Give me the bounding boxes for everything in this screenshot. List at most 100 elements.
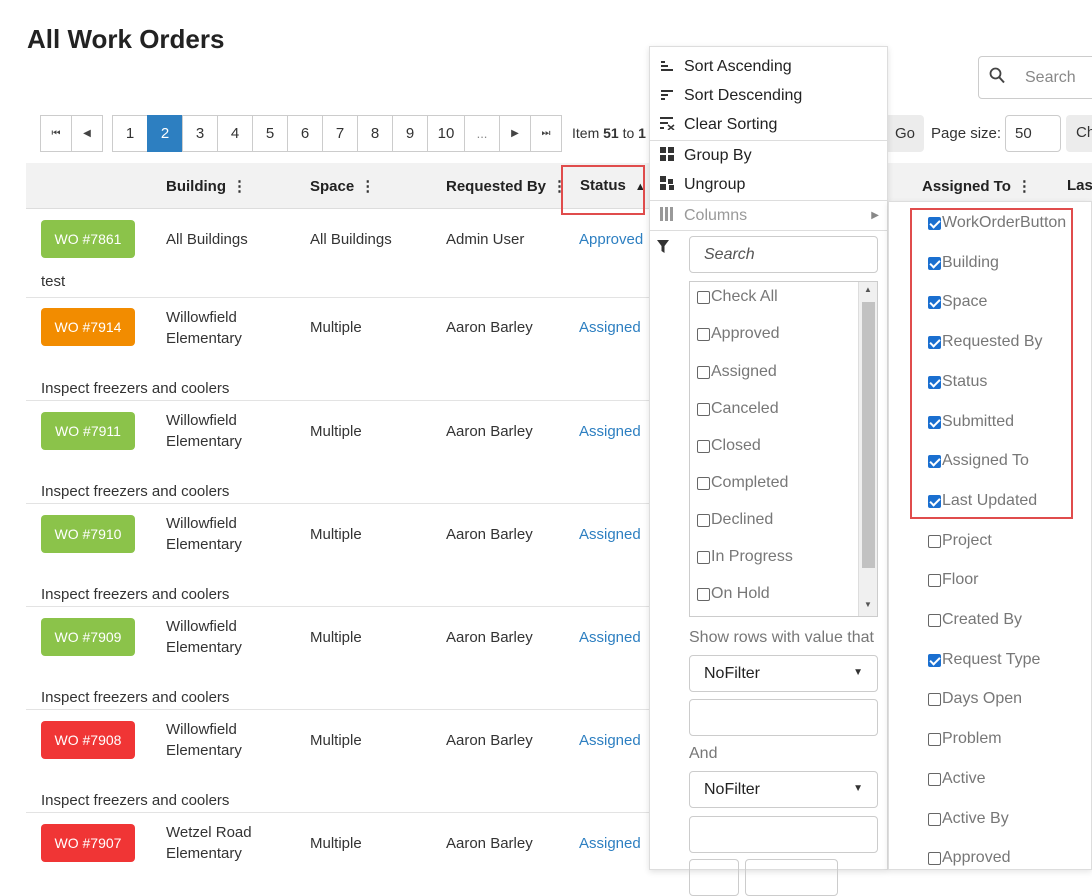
column-toggle-item[interactable]: Project bbox=[928, 532, 992, 550]
group-by-label: Group By bbox=[684, 146, 752, 164]
kebab-icon[interactable]: ⋮ bbox=[360, 177, 375, 195]
prev-page-button[interactable]: ◀ bbox=[71, 115, 103, 152]
filter-item[interactable]: Canceled bbox=[697, 400, 779, 418]
search-box[interactable]: Search bbox=[978, 56, 1092, 99]
sort-descending-item[interactable]: Sort Descending bbox=[650, 81, 887, 110]
checkbox[interactable] bbox=[697, 290, 710, 304]
checkbox[interactable] bbox=[697, 513, 710, 527]
column-toggle-item[interactable]: Request Type bbox=[928, 651, 1040, 669]
checkbox[interactable] bbox=[697, 476, 710, 490]
work-order-button[interactable]: WO #7907 bbox=[41, 824, 135, 862]
kebab-icon[interactable]: ⋮ bbox=[232, 177, 247, 195]
work-order-button[interactable]: WO #7910 bbox=[41, 515, 135, 553]
header-requested-by[interactable]: Requested By ⋮ bbox=[446, 177, 567, 195]
page-button[interactable]: 5 bbox=[252, 115, 288, 152]
column-toggle-item[interactable]: Problem bbox=[928, 730, 1002, 748]
clear-filter-button[interactable] bbox=[745, 859, 838, 896]
filter-item[interactable]: Assigned bbox=[697, 363, 777, 381]
page-button[interactable]: 6 bbox=[287, 115, 323, 152]
checkbox[interactable] bbox=[928, 613, 941, 627]
column-toggle-item[interactable]: Days Open bbox=[928, 690, 1022, 708]
filter-operator-select-1[interactable]: NoFilter ▼ bbox=[689, 655, 878, 692]
columns-item[interactable]: Columns ▶ bbox=[650, 201, 887, 230]
page-button[interactable]: 7 bbox=[322, 115, 358, 152]
checkbox[interactable] bbox=[928, 692, 941, 706]
scroll-up-icon[interactable]: ▲ bbox=[864, 285, 872, 294]
sort-ascending-item[interactable]: Sort Ascending bbox=[650, 52, 887, 81]
checkbox[interactable] bbox=[697, 587, 710, 601]
checkbox[interactable] bbox=[928, 812, 941, 826]
cell-status[interactable]: Assigned bbox=[579, 524, 641, 545]
column-toggle-item[interactable]: Active bbox=[928, 770, 986, 788]
filter-operator-select-2[interactable]: NoFilter ▼ bbox=[689, 771, 878, 808]
checkbox[interactable] bbox=[697, 327, 710, 341]
column-toggle-item[interactable]: Created By bbox=[928, 611, 1022, 629]
column-toggle-item[interactable]: Floor bbox=[928, 571, 978, 589]
checkbox[interactable] bbox=[697, 550, 710, 564]
filter-item[interactable]: On Hold bbox=[697, 585, 770, 603]
kebab-icon[interactable]: ⋮ bbox=[1017, 177, 1032, 195]
page-size-input[interactable]: 50 bbox=[1005, 115, 1061, 152]
checkbox[interactable] bbox=[928, 772, 941, 786]
filter-item[interactable]: Declined bbox=[697, 511, 773, 529]
scrollbar-thumb[interactable] bbox=[862, 302, 875, 568]
filter-item[interactable]: Completed bbox=[697, 474, 788, 492]
group-by-item[interactable]: Group By bbox=[650, 141, 887, 170]
ungroup-item[interactable]: Ungroup bbox=[650, 170, 887, 199]
work-order-button[interactable]: WO #7911 bbox=[41, 412, 135, 450]
filter-item[interactable]: Closed bbox=[697, 437, 761, 455]
filter-value-input-2[interactable] bbox=[689, 816, 878, 853]
column-toggle-item[interactable]: Approved bbox=[928, 849, 1011, 867]
filter-check-all[interactable]: Check All bbox=[697, 288, 778, 306]
checkbox[interactable] bbox=[697, 365, 710, 379]
work-order-button[interactable]: WO #7861 bbox=[41, 220, 135, 258]
page-button[interactable]: 1 bbox=[112, 115, 148, 152]
first-page-button[interactable]: ⏮ bbox=[40, 115, 72, 152]
cell-status[interactable]: Assigned bbox=[579, 421, 641, 442]
checkbox[interactable] bbox=[928, 851, 941, 865]
checkbox[interactable] bbox=[928, 534, 941, 548]
header-space[interactable]: Space ⋮ bbox=[310, 177, 375, 195]
page-button[interactable]: 3 bbox=[182, 115, 218, 152]
checkbox[interactable] bbox=[928, 573, 941, 587]
cell-status[interactable]: Assigned bbox=[579, 833, 641, 854]
search-icon bbox=[989, 67, 1005, 90]
clear-sorting-item[interactable]: Clear Sorting bbox=[650, 110, 887, 139]
cell-status[interactable]: Assigned bbox=[579, 627, 641, 648]
checkbox-checked[interactable] bbox=[928, 653, 941, 667]
ungroup-icon bbox=[650, 176, 684, 193]
change-button[interactable]: Ch bbox=[1066, 115, 1092, 152]
filter-list-scrollbar[interactable]: ▲ ▼ bbox=[858, 282, 877, 616]
work-order-button[interactable]: WO #7908 bbox=[41, 721, 135, 759]
header-building[interactable]: Building ⋮ bbox=[166, 177, 247, 195]
cell-space: Multiple bbox=[310, 629, 362, 646]
filter-search-input[interactable]: Search bbox=[689, 236, 878, 273]
header-last-updated[interactable]: Las bbox=[1067, 177, 1092, 194]
scroll-down-icon[interactable]: ▼ bbox=[864, 600, 872, 609]
cell-status[interactable]: Approved bbox=[579, 229, 643, 250]
filter-value-input-1[interactable] bbox=[689, 699, 878, 736]
work-order-button[interactable]: WO #7914 bbox=[41, 308, 135, 346]
page-button[interactable]: 10 bbox=[427, 115, 465, 152]
page-button-active[interactable]: 2 bbox=[147, 115, 183, 152]
work-order-button[interactable]: WO #7909 bbox=[41, 618, 135, 656]
cell-status[interactable]: Assigned bbox=[579, 730, 641, 751]
checkbox[interactable] bbox=[697, 402, 710, 416]
header-assigned-to[interactable]: Assigned To ⋮ bbox=[922, 177, 1032, 195]
page-button[interactable]: 8 bbox=[357, 115, 393, 152]
filter-item[interactable]: In Progress bbox=[697, 548, 793, 566]
checkbox[interactable] bbox=[697, 439, 710, 453]
filter-item[interactable]: Approved bbox=[697, 325, 780, 343]
checkbox[interactable] bbox=[928, 732, 941, 746]
more-pages-button[interactable]: ... bbox=[464, 115, 500, 152]
last-page-button[interactable]: ⏭ bbox=[530, 115, 562, 152]
page-button[interactable]: 9 bbox=[392, 115, 428, 152]
cell-space: All Buildings bbox=[310, 231, 392, 248]
search-input[interactable]: Search bbox=[1025, 69, 1076, 87]
filter-button[interactable] bbox=[689, 859, 739, 896]
page-button[interactable]: 4 bbox=[217, 115, 253, 152]
cell-space: Multiple bbox=[310, 835, 362, 852]
next-page-button[interactable]: ▶ bbox=[499, 115, 531, 152]
cell-status[interactable]: Assigned bbox=[579, 317, 641, 338]
column-toggle-item[interactable]: Active By bbox=[928, 810, 1009, 828]
